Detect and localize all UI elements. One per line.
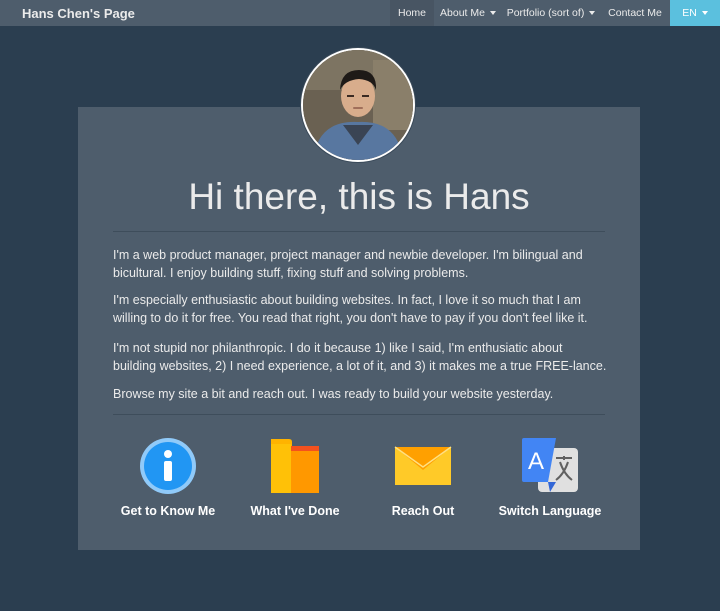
page-title: Hi there, this is Hans (188, 176, 530, 217)
quick-links: Get to Know Me What I've Done Reach Out (78, 436, 640, 526)
link-label: Get to Know Me (120, 504, 216, 518)
info-icon (138, 436, 198, 496)
navbar: Hans Chen's Page Home About Me Portfolio… (0, 0, 720, 26)
link-what-ive-done[interactable]: What I've Done (225, 436, 365, 518)
folder-icon (265, 436, 325, 496)
language-dropdown[interactable]: EN (670, 0, 720, 26)
link-get-to-know-me[interactable]: Get to Know Me (98, 436, 238, 518)
intro-paragraph-2: I'm especially enthusiastic about buildi… (113, 293, 588, 325)
envelope-icon (393, 436, 453, 496)
translate-icon: A (520, 436, 580, 496)
intro-paragraph-1: I'm a web product manager, project manag… (113, 248, 583, 280)
intro-paragraph-4: Browse my site a bit and reach out. I wa… (113, 387, 554, 401)
svg-text:A: A (528, 448, 544, 475)
link-label: Switch Language (498, 504, 602, 518)
nav-home[interactable]: Home (390, 0, 434, 26)
avatar (301, 48, 415, 162)
link-label: Reach Out (391, 504, 455, 518)
nav-home-label: Home (398, 7, 427, 19)
avatar-photo (303, 50, 413, 160)
language-label: EN (682, 7, 697, 19)
nav-menu: Home About Me Portfolio (sort of) Contac… (390, 0, 720, 26)
nav-portfolio[interactable]: Portfolio (sort of) (502, 0, 600, 26)
link-reach-out[interactable]: Reach Out (353, 436, 493, 518)
link-label: What I've Done (250, 504, 340, 518)
nav-about-me-label: About Me (440, 7, 485, 19)
nav-contact-me-label: Contact Me (608, 7, 662, 19)
chevron-down-icon (589, 11, 596, 15)
intro-paragraph-3: I'm not stupid nor philanthropic. I do i… (113, 341, 607, 373)
chevron-down-icon (489, 11, 496, 15)
brand-link[interactable]: Hans Chen's Page (0, 6, 135, 21)
link-switch-language[interactable]: A Switch Language (480, 436, 620, 518)
chevron-down-icon (701, 11, 708, 15)
nav-portfolio-label: Portfolio (sort of) (506, 7, 585, 19)
nav-contact-me[interactable]: Contact Me (600, 0, 670, 26)
nav-about-me[interactable]: About Me (434, 0, 502, 26)
divider-top (113, 231, 605, 232)
divider-bottom (113, 414, 605, 415)
